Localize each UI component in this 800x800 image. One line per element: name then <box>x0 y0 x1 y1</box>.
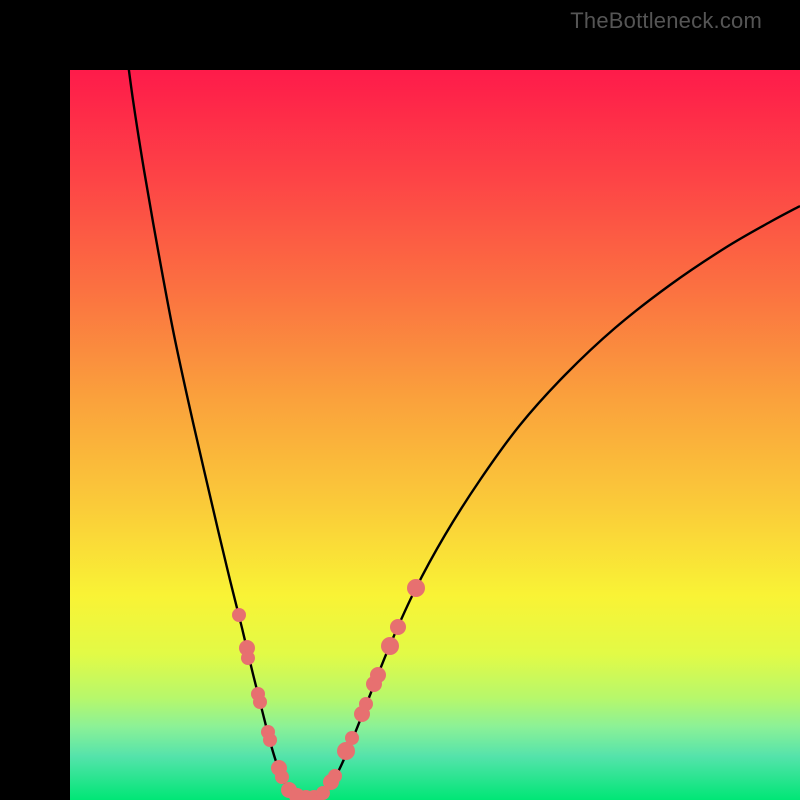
plot-area <box>70 70 800 800</box>
marker-dot <box>263 733 277 747</box>
marker-dot <box>370 667 386 683</box>
marker-dot <box>407 579 425 597</box>
marker-dot <box>241 651 255 665</box>
marker-dot <box>328 769 342 783</box>
marker-dot <box>232 608 246 622</box>
gradient-background <box>70 70 800 800</box>
plot-svg <box>70 70 800 800</box>
marker-dot <box>381 637 399 655</box>
marker-dot <box>345 731 359 745</box>
marker-dot <box>390 619 406 635</box>
watermark-text: TheBottleneck.com <box>570 8 762 34</box>
marker-dot <box>253 695 267 709</box>
marker-dot <box>275 770 289 784</box>
chart-frame <box>0 0 800 800</box>
marker-dot <box>359 697 373 711</box>
